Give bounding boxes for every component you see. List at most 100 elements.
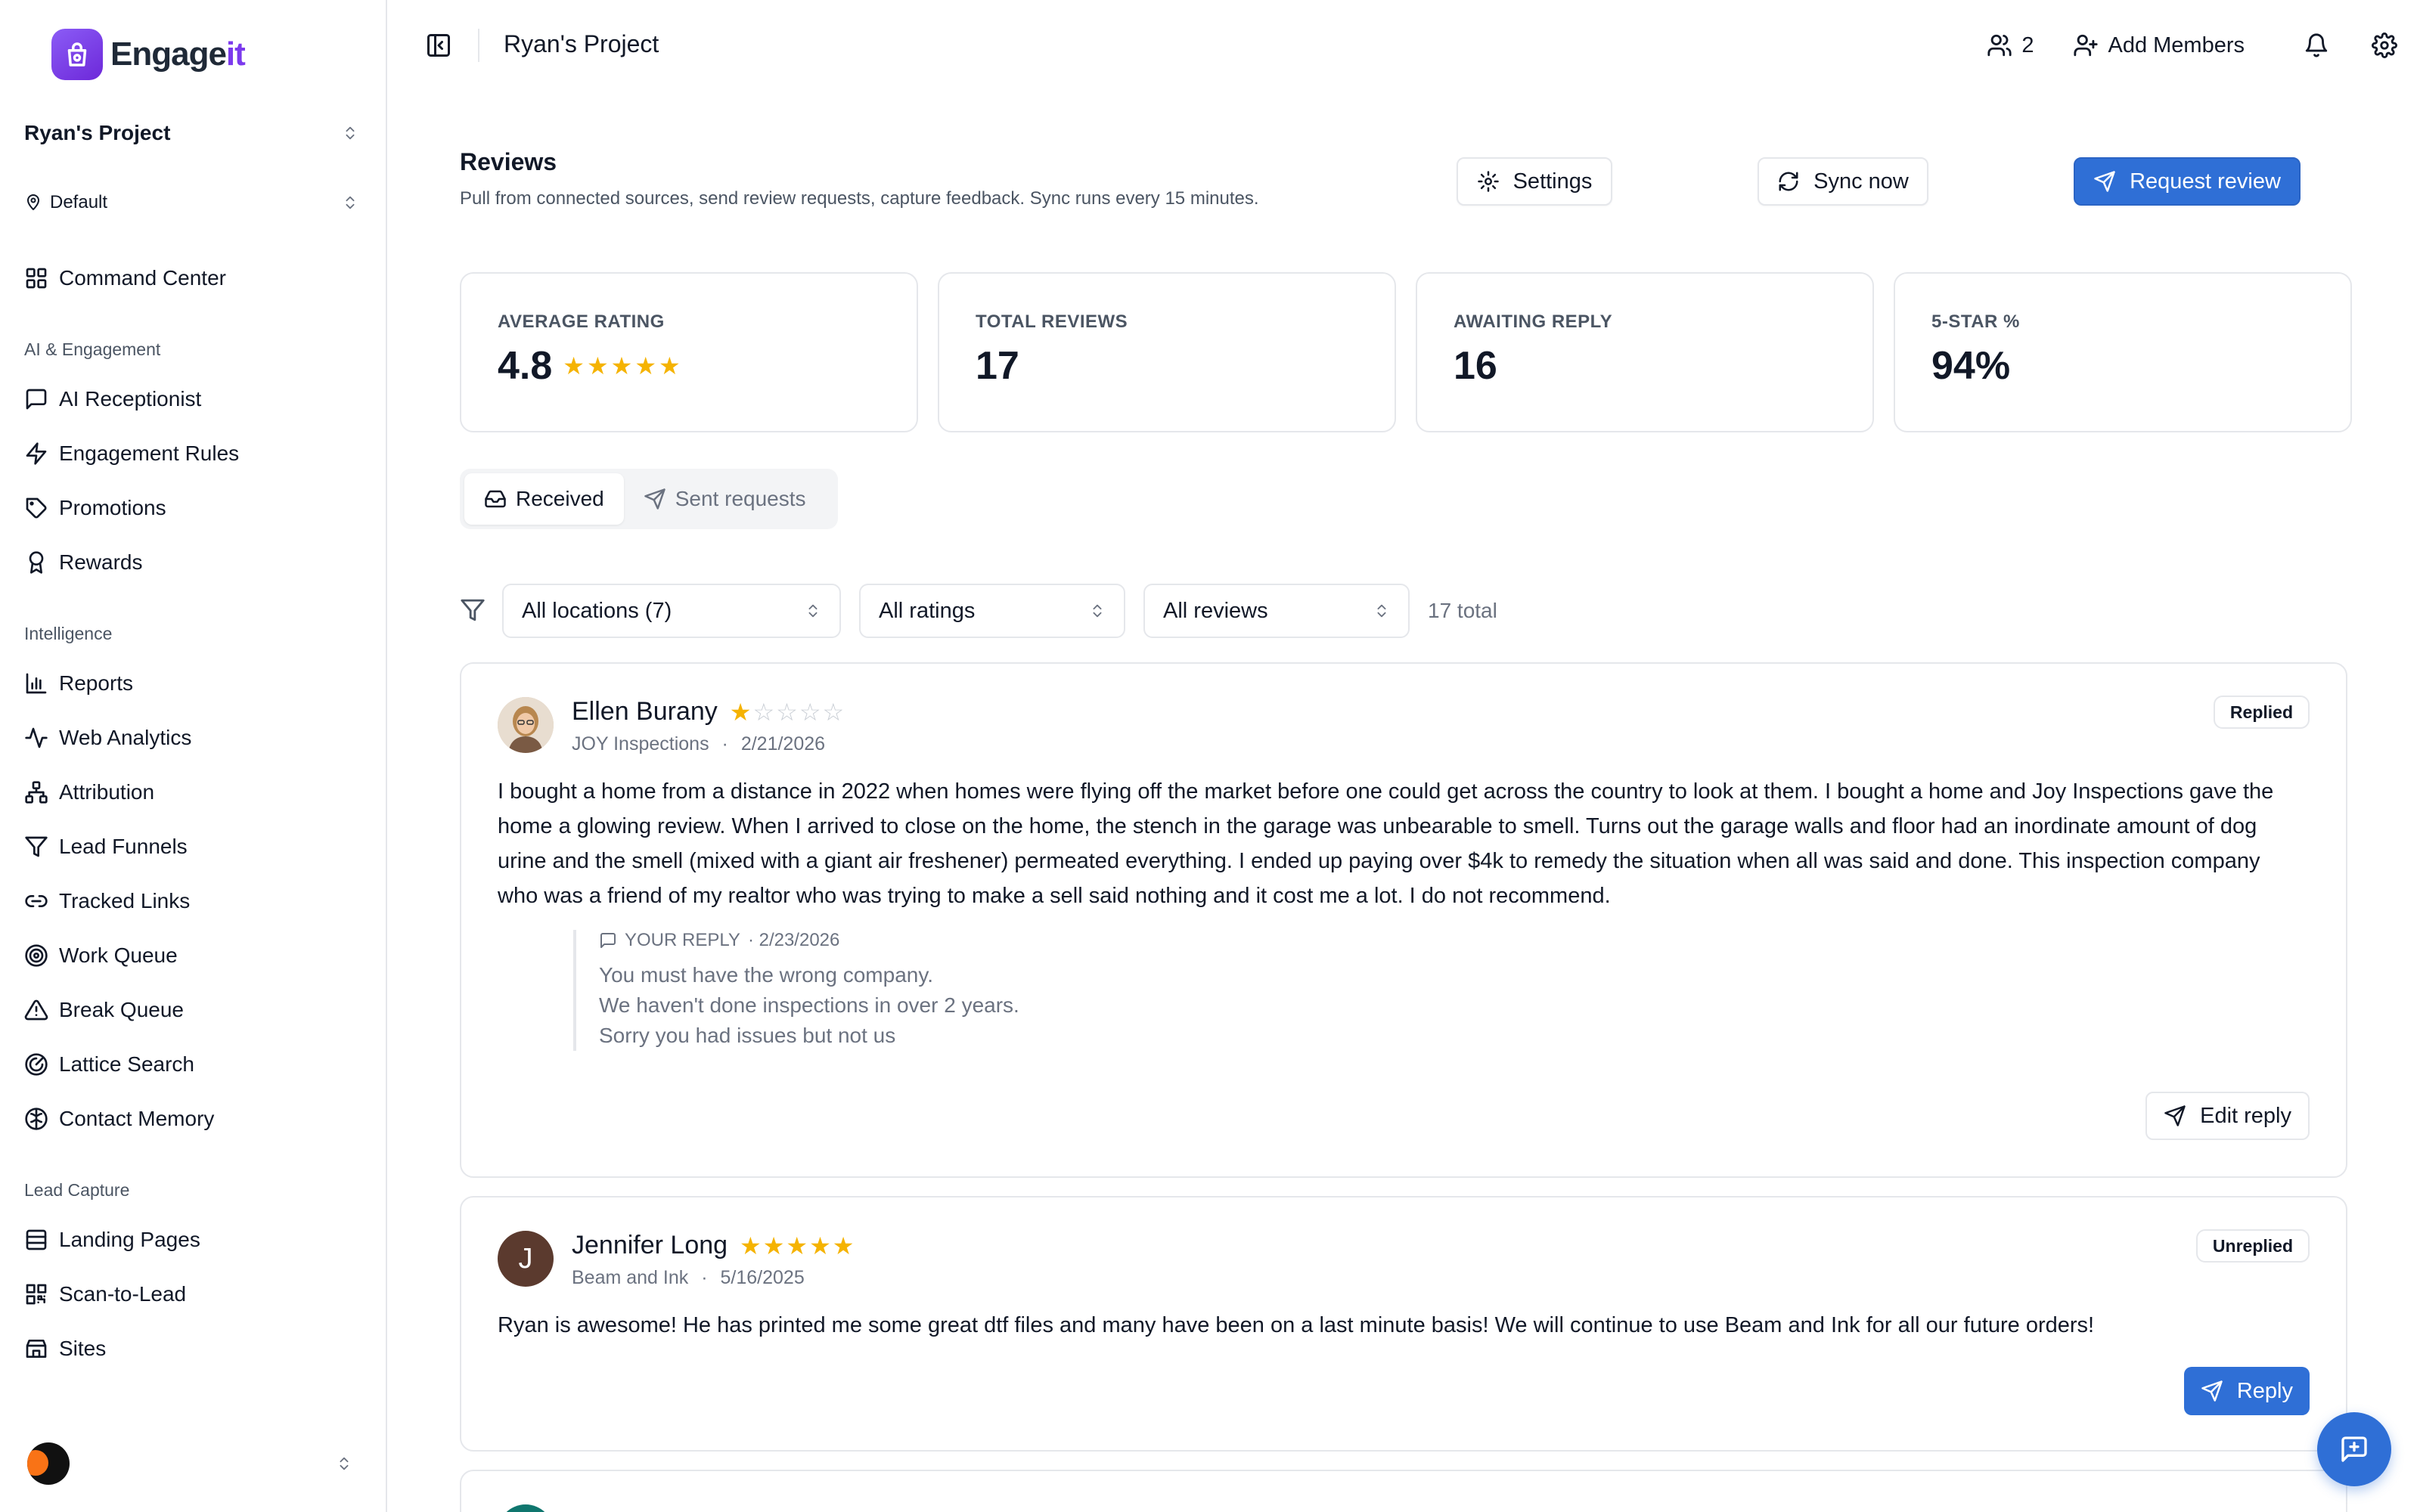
avatar [498,697,554,753]
location-switcher[interactable]: Default [24,189,358,216]
nav-reports[interactable]: Reports [24,662,365,705]
sync-now-button[interactable]: Sync now [1758,157,1928,206]
rating-stars: ★ ★ ★ ★ ★ [563,354,680,378]
gear-icon [1477,170,1500,193]
members-count: 2 [2021,33,2034,57]
avatar: J [498,1231,554,1287]
tab-sent-requests[interactable]: Sent requests [624,473,826,525]
nav-sites[interactable]: Sites [24,1328,365,1370]
stat-card-average-rating: AVERAGE RATING 4.8 ★ ★ ★ ★ ★ [460,272,918,432]
select-value: All ratings [879,598,976,623]
page-breadcrumb: Ryan's Project [504,30,659,57]
nav-label: Rewards [59,550,143,574]
app-logo[interactable]: Engageit [51,29,246,80]
nav-ai-receptionist[interactable]: AI Receptionist [24,378,365,420]
send-icon [2201,1380,2223,1402]
chevron-up-down-icon [336,1454,352,1473]
nav-group-label: Lead Capture [24,1180,130,1200]
tab-label: Sent requests [675,487,806,510]
bell-icon [2304,33,2329,58]
chat-button[interactable] [2317,1412,2391,1486]
edit-reply-button[interactable]: Edit reply [2145,1092,2310,1140]
add-members-button[interactable]: Add Members [2073,33,2245,58]
nav-label: Command Center [59,266,226,290]
nav-attribution[interactable]: Attribution [24,771,365,813]
avatar [498,1504,554,1512]
notifications-button[interactable] [2304,33,2329,58]
nav-label: Scan-to-Lead [59,1282,187,1306]
inbox-icon [484,488,507,510]
page-title: Reviews [460,148,557,175]
star-empty-icon: ☆ [799,698,821,726]
reply-button[interactable]: Reply [2183,1367,2310,1415]
settings-gear-button[interactable] [2372,33,2397,58]
nav-promotions[interactable]: Promotions [24,487,365,529]
nav-engagement-rules[interactable]: Engagement Rules [24,432,365,475]
settings-button[interactable]: Settings [1457,157,1612,206]
star-filled-icon: ★ [586,352,609,380]
user-menu[interactable] [27,1441,352,1486]
stat-value: 17 [976,344,1019,388]
star-filled-icon: ★ [740,1232,762,1259]
tab-received[interactable]: Received [464,473,624,525]
stat-card-awaiting-reply: AWAITING REPLY 16 [1416,272,1874,432]
review-card: Ellen Burany ★ ☆ ☆ ☆ ☆ JOY Inspections · 2/2… [460,662,2347,1178]
nav-web-analytics[interactable]: Web Analytics [24,717,365,759]
select-value: All locations (7) [522,598,672,623]
nav-contact-memory[interactable]: Contact Memory [24,1098,365,1140]
nav-command-center[interactable]: Command Center [24,257,365,299]
ratings-select[interactable]: All ratings [859,584,1125,638]
nav-work-queue[interactable]: Work Queue [24,934,365,977]
sidebar-toggle-icon[interactable] [425,32,452,59]
reply-text-line: We haven't done inspections in over 2 ye… [599,993,1019,1017]
star-filled-icon: ★ [729,698,752,726]
nav-label: Promotions [59,496,166,519]
nav-label: Sites [59,1337,107,1360]
status-badge: Unreplied [2195,1229,2310,1263]
star-filled-icon: ★ [762,1232,785,1259]
page-header: Reviews Pull from connected sources, sen… [460,148,1259,209]
business-name: JOY Inspections [572,733,709,754]
alert-triangle-icon [24,998,48,1022]
nav-label: Break Queue [59,998,184,1021]
stat-label: 5-STAR % [1931,311,2020,332]
logo-icon [51,29,103,80]
review-card: J Jennifer Long ★ ★ ★ ★ ★ Beam and Ink · 5/1… [460,1196,2347,1452]
locations-select[interactable]: All locations (7) [502,584,841,638]
star-filled-icon: ★ [786,1232,808,1259]
nav-rewards[interactable]: Rewards [24,541,365,584]
nav-tracked-links[interactable]: Tracked Links [24,880,365,922]
nav-scan-to-lead[interactable]: Scan-to-Lead [24,1273,365,1315]
star-empty-icon: ☆ [776,698,798,726]
chat-icon [2339,1434,2369,1464]
nav-landing-pages[interactable]: Landing Pages [24,1219,365,1261]
target-icon [24,943,48,968]
nav-label: Lead Funnels [59,835,188,858]
nav-label: Reports [59,671,134,695]
reply-text-line: You must have the wrong company. [599,963,934,987]
user-plus-icon [2073,33,2099,58]
select-value: All reviews [1163,598,1268,623]
sync-label: Sync now [1813,169,1909,194]
network-icon [24,780,48,804]
project-name: Ryan's Project [24,121,171,144]
review-text: I bought a home from a distance in 2022 … [498,779,2274,908]
review-date: 2/21/2026 [740,733,826,754]
nav-label: Engagement Rules [59,442,240,465]
nav-label: Attribution [59,780,155,804]
reviews-select[interactable]: All reviews [1143,584,1410,638]
award-icon [24,550,48,575]
avatar-initial: J [518,1242,533,1275]
request-review-button[interactable]: Request review [2074,157,2301,206]
nav-break-queue[interactable]: Break Queue [24,989,365,1031]
chevron-up-down-icon [342,123,358,143]
nav-lattice-search[interactable]: Lattice Search [24,1043,365,1086]
project-switcher[interactable]: Ryan's Project [24,116,358,150]
star-empty-icon: ☆ [822,698,845,726]
nav-lead-funnels[interactable]: Lead Funnels [24,826,365,868]
members-button[interactable]: 2 [1987,33,2034,58]
business-name: Beam and Ink [572,1267,689,1288]
reviewer-name: Ellen Burany [572,697,718,726]
tag-icon [24,496,48,520]
button-label: Edit reply [2200,1103,2291,1128]
